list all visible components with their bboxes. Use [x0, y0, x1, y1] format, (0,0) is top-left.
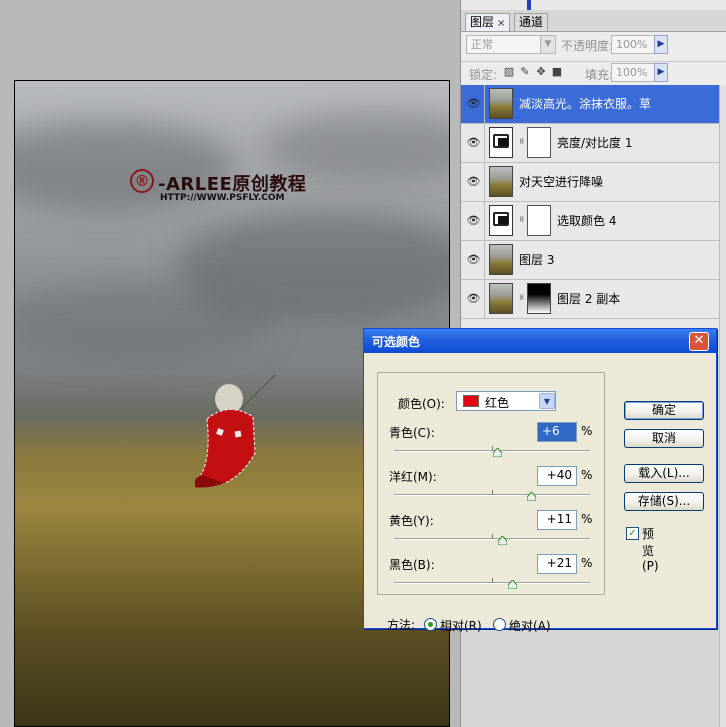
opacity-input[interactable]: 100%	[611, 35, 655, 54]
close-icon[interactable]: ×	[497, 18, 505, 29]
fill-input[interactable]: 100%	[611, 63, 655, 82]
slider-center-tick	[492, 490, 493, 495]
tab-channels[interactable]: 通道	[514, 13, 549, 31]
slider-thumb[interactable]	[493, 448, 503, 457]
layer-name: 图层 2 副本	[557, 292, 621, 306]
slider-value-input[interactable]: +40	[537, 466, 577, 486]
percent-label: %	[581, 468, 593, 482]
slider-label: 黄色(Y):	[389, 514, 434, 528]
dialog-body: 颜色(O): 红色 ▼ 青色(C): +6% 洋红(M): +40% 黄色(Y): +11…	[364, 353, 716, 633]
slider-value-input[interactable]: +6	[537, 422, 577, 442]
layer-thumbnail[interactable]	[489, 283, 513, 314]
eye-icon[interactable]: 👁	[463, 163, 485, 201]
slider-value-input[interactable]: +11	[537, 510, 577, 530]
child-figure	[195, 374, 275, 488]
layer-row[interactable]: 👁 减淡高光。涂抹衣服。草	[461, 85, 719, 124]
slider-thumb[interactable]	[508, 580, 518, 589]
layer-row[interactable]: 👁 对天空进行降噪	[461, 163, 719, 202]
slider-label: 黑色(B):	[389, 558, 435, 572]
slider-center-tick	[492, 534, 493, 539]
load-button[interactable]: 载入(L)...	[624, 464, 704, 483]
layer-row[interactable]: 👁 ∞ 亮度/对比度 1	[461, 124, 719, 163]
registered-logo: ®	[130, 169, 154, 193]
layer-mask-thumbnail[interactable]	[527, 283, 551, 314]
tab-channels-label: 通道	[519, 15, 544, 29]
slider-center-tick	[492, 578, 493, 583]
layer-name: 对天空进行降噪	[519, 175, 604, 189]
radio-empty-icon[interactable]	[493, 618, 506, 631]
layer-thumbnail[interactable]	[489, 88, 513, 119]
checkmark-icon[interactable]: ✓	[626, 527, 639, 540]
close-button[interactable]: ✕	[689, 332, 709, 351]
chevron-right-icon[interactable]: ▶	[654, 63, 668, 82]
link-icon[interactable]: ∞	[516, 215, 526, 223]
method-absolute-label: 绝对(A)	[509, 619, 551, 633]
lock-image-icon[interactable]: ✎	[519, 66, 531, 78]
slider-thumb[interactable]	[526, 492, 536, 501]
slider-label: 洋红(M):	[389, 470, 437, 484]
tab-layers-label: 图层	[470, 15, 495, 29]
layer-thumbnail[interactable]	[489, 244, 513, 275]
save-button[interactable]: 存储(S)...	[624, 492, 704, 511]
ok-button[interactable]: 确定	[624, 401, 704, 420]
selective-color-dialog: 可选颜色 ✕ 颜色(O): 红色 ▼ 青色(C): +6% 洋红(M): +40% 黄色…	[363, 328, 717, 633]
eye-icon[interactable]: 👁	[463, 241, 485, 279]
link-icon[interactable]: ∞	[516, 293, 526, 301]
eye-icon[interactable]: 👁	[463, 85, 485, 123]
dialog-titlebar[interactable]: 可选颜色 ✕	[364, 329, 716, 353]
layer-mask-thumbnail[interactable]	[527, 205, 551, 236]
method-relative-label: 相对(R)	[440, 619, 482, 633]
chevron-down-icon[interactable]: ▼	[540, 36, 555, 53]
slider-label: 青色(C):	[389, 426, 435, 440]
layer-name: 减淡高光。涂抹衣服。草	[519, 97, 652, 111]
tab-layers[interactable]: 图层 ×	[465, 13, 511, 31]
lock-label: 锁定:	[469, 68, 498, 82]
lock-transparency-icon[interactable]: ▧	[503, 66, 515, 78]
layer-mask-thumbnail[interactable]	[527, 127, 551, 158]
adjustment-layer-icon[interactable]	[489, 205, 513, 236]
chevron-right-icon[interactable]: ▶	[654, 35, 668, 54]
fill-label: 填充:	[585, 68, 614, 82]
panel-top-bar	[461, 0, 726, 10]
link-icon[interactable]: ∞	[516, 137, 526, 145]
lock-all-icon[interactable]: ■	[551, 66, 563, 78]
layer-name: 选取颜色 4	[557, 214, 617, 228]
opacity-label: 不透明度:	[561, 39, 614, 53]
watermark-url: HTTP://WWW.PSFLY.COM	[160, 193, 285, 203]
eye-icon[interactable]: 👁	[463, 202, 485, 240]
dialog-title: 可选颜色	[372, 335, 421, 349]
eye-icon[interactable]: 👁	[463, 124, 485, 162]
layer-row[interactable]: 👁 图层 3	[461, 241, 719, 280]
percent-label: %	[581, 424, 593, 438]
slider-area: 青色(C): +6% 洋红(M): +40% 黄色(Y): +11% 黑色(B): +21%	[364, 353, 716, 629]
cancel-button[interactable]: 取消	[624, 429, 704, 448]
radio-selected-icon[interactable]	[424, 618, 437, 631]
layer-row[interactable]: 👁 ∞ 图层 2 副本	[461, 280, 719, 319]
preview-label: 预览(P)	[642, 527, 659, 573]
adjustment-layer-icon[interactable]	[489, 127, 513, 158]
layer-row[interactable]: 👁 ∞ 选取颜色 4	[461, 202, 719, 241]
slider-value-input[interactable]: +21	[537, 554, 577, 574]
eye-icon[interactable]: 👁	[463, 280, 485, 318]
layer-thumbnail[interactable]	[489, 166, 513, 197]
method-label: 方法:	[387, 618, 416, 632]
lock-position-icon[interactable]: ✥	[535, 66, 547, 78]
layer-name: 图层 3	[519, 253, 555, 267]
percent-label: %	[581, 512, 593, 526]
percent-label: %	[581, 556, 593, 570]
layer-list-scrollbar[interactable]	[719, 85, 726, 727]
layer-name: 亮度/对比度 1	[557, 136, 633, 150]
slider-thumb[interactable]	[498, 536, 508, 545]
